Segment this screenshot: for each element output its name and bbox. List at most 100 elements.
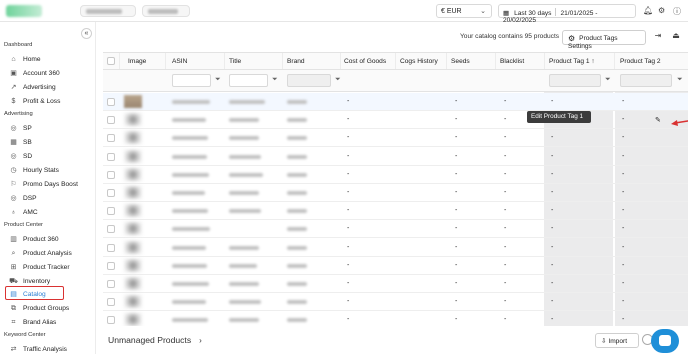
col-header-title[interactable]: Title xyxy=(229,58,241,65)
edit-icon[interactable]: ✎ xyxy=(655,116,664,125)
sidebar-item-product-360[interactable]: ▥ Product 360 xyxy=(0,233,96,246)
account-selector[interactable] xyxy=(80,5,136,17)
tag1-value[interactable]: - xyxy=(551,207,553,214)
tag1-value[interactable]: - xyxy=(551,316,553,323)
export-icon[interactable]: ⇥ xyxy=(652,31,664,43)
brand-logo[interactable] xyxy=(6,5,42,17)
tag1-value[interactable]: - xyxy=(551,153,553,160)
tag2-value[interactable]: - xyxy=(622,316,624,323)
gear-icon[interactable]: ⚙ xyxy=(658,6,665,15)
import-button[interactable]: ⇩ Import xyxy=(595,333,639,348)
tag2-value[interactable]: - xyxy=(622,262,624,269)
brand-filter-input[interactable] xyxy=(287,74,331,87)
table-row[interactable]: ----- xyxy=(103,239,688,257)
table-row[interactable]: ----- xyxy=(103,202,688,221)
select-all-checkbox[interactable] xyxy=(107,57,115,65)
row-checkbox[interactable] xyxy=(107,243,115,252)
col-header-brand[interactable]: Brand xyxy=(287,58,305,65)
tag1-value[interactable]: - xyxy=(551,98,553,105)
tag1-value[interactable]: - xyxy=(551,171,553,178)
tag1-value[interactable]: - xyxy=(551,262,553,269)
row-checkbox[interactable] xyxy=(107,280,115,288)
tag2-value[interactable]: - xyxy=(622,189,624,196)
sidebar-item-home[interactable]: ⌂ Home xyxy=(0,53,96,66)
table-row[interactable]: ----- xyxy=(103,184,688,202)
logout-icon[interactable]: ⏏ xyxy=(670,31,682,43)
filter-icon[interactable]: ⏷ xyxy=(335,76,341,84)
tag1-value[interactable]: - xyxy=(551,225,553,232)
asin-value[interactable] xyxy=(172,245,206,250)
table-row[interactable]: ----- xyxy=(103,257,688,275)
tag2-filter-input[interactable] xyxy=(620,74,672,87)
asin-value[interactable] xyxy=(172,154,207,159)
table-row[interactable]: ----- xyxy=(103,93,688,111)
sidebar-item-promo-days-boost[interactable]: ⚐ Promo Days Boost xyxy=(0,178,96,191)
asin-value[interactable] xyxy=(172,300,206,305)
sidebar-item-sb[interactable]: ▦ SB xyxy=(0,136,96,149)
sidebar-item-sd[interactable]: ◎ SD xyxy=(0,150,96,163)
tag2-value[interactable]: - xyxy=(622,116,624,123)
sidebar-item-advertising[interactable]: ↗ Advertising xyxy=(0,81,96,94)
filter-icon[interactable]: ⏷ xyxy=(215,76,221,84)
sidebar-item-product-tracker[interactable]: ⊞ Product Tracker xyxy=(0,261,96,274)
asin-filter-input[interactable] xyxy=(172,74,211,87)
asin-value[interactable] xyxy=(172,227,210,232)
asin-value[interactable] xyxy=(172,191,205,195)
marketplace-selector[interactable] xyxy=(142,5,190,17)
sidebar-item-product-analysis[interactable]: ⌕ Product Analysis xyxy=(0,247,96,260)
filter-icon[interactable]: ⏷ xyxy=(677,76,683,84)
collapse-sidebar-button[interactable]: « xyxy=(81,28,92,39)
table-row[interactable]: ----- xyxy=(103,166,688,184)
row-checkbox[interactable] xyxy=(107,298,115,307)
currency-select[interactable]: € EUR ⌄ xyxy=(436,4,492,18)
tag1-value[interactable]: - xyxy=(551,298,553,305)
col-header-seeds[interactable]: Seeds xyxy=(451,58,470,65)
tag2-value[interactable]: - xyxy=(622,280,624,287)
sidebar-item-brand-alias[interactable]: ⌗ Brand Alias xyxy=(0,316,96,329)
tag2-value[interactable]: - xyxy=(622,207,624,214)
tag2-value[interactable]: - xyxy=(622,134,624,141)
table-row[interactable]: ----- xyxy=(103,111,688,130)
row-checkbox[interactable] xyxy=(107,189,115,197)
tag2-value[interactable]: - xyxy=(622,98,624,105)
row-checkbox[interactable] xyxy=(107,170,115,179)
sidebar-item-hourly-stats[interactable]: ◷ Hourly Stats xyxy=(0,164,96,177)
bell-icon[interactable]: 🔔︎ xyxy=(643,6,653,15)
sidebar-item-account-360[interactable]: ▣ Account 360 xyxy=(0,67,96,80)
row-checkbox[interactable] xyxy=(107,152,115,161)
tag1-value[interactable]: - xyxy=(551,280,553,287)
date-range-picker[interactable]: ▦ Last 30 days 21/01/2025 - 20/02/2025 xyxy=(498,4,636,24)
sidebar-item-product-groups[interactable]: ⧉ Product Groups xyxy=(0,302,96,315)
sidebar-item-amc[interactable]: ♁ AMC xyxy=(0,206,96,219)
unmanaged-products-toggle[interactable]: Unmanaged Products › xyxy=(108,335,202,345)
col-header-cogs-history[interactable]: Cogs History xyxy=(400,58,438,65)
tag2-value[interactable]: - xyxy=(622,244,624,251)
title-filter-input[interactable] xyxy=(229,74,268,87)
row-checkbox[interactable] xyxy=(107,225,115,234)
help-icon[interactable]: ⓘ xyxy=(673,6,681,17)
row-checkbox[interactable] xyxy=(107,98,115,106)
tag2-value[interactable]: - xyxy=(622,153,624,160)
filter-icon[interactable]: ⏷ xyxy=(272,76,278,84)
sidebar-item-profit-loss[interactable]: $ Profit & Loss xyxy=(0,95,96,108)
col-header-product-tag-2[interactable]: Product Tag 2 xyxy=(620,58,661,65)
row-checkbox[interactable] xyxy=(107,316,115,325)
tag2-value[interactable]: - xyxy=(622,298,624,305)
tag2-value[interactable]: - xyxy=(622,171,624,178)
row-checkbox[interactable] xyxy=(107,116,115,125)
tag1-value[interactable]: - xyxy=(551,189,553,196)
row-checkbox[interactable] xyxy=(107,134,115,143)
asin-value[interactable] xyxy=(172,209,208,214)
table-row[interactable]: ----- xyxy=(103,129,688,148)
col-header-blacklist[interactable]: Blacklist xyxy=(500,58,524,65)
col-header-cost-of-goods[interactable]: Cost of Goods xyxy=(344,58,386,65)
asin-value[interactable] xyxy=(172,100,210,104)
asin-value[interactable] xyxy=(172,172,209,177)
asin-value[interactable] xyxy=(172,136,208,141)
sidebar-item-traffic-analysis[interactable]: ⇄ Traffic Analysis xyxy=(0,343,96,356)
table-row[interactable]: ----- xyxy=(103,148,688,166)
sidebar-item-sp[interactable]: ◎ SP xyxy=(0,122,96,135)
asin-value[interactable] xyxy=(172,263,207,268)
row-checkbox[interactable] xyxy=(107,261,115,270)
col-header-asin[interactable]: ASIN xyxy=(172,58,187,65)
